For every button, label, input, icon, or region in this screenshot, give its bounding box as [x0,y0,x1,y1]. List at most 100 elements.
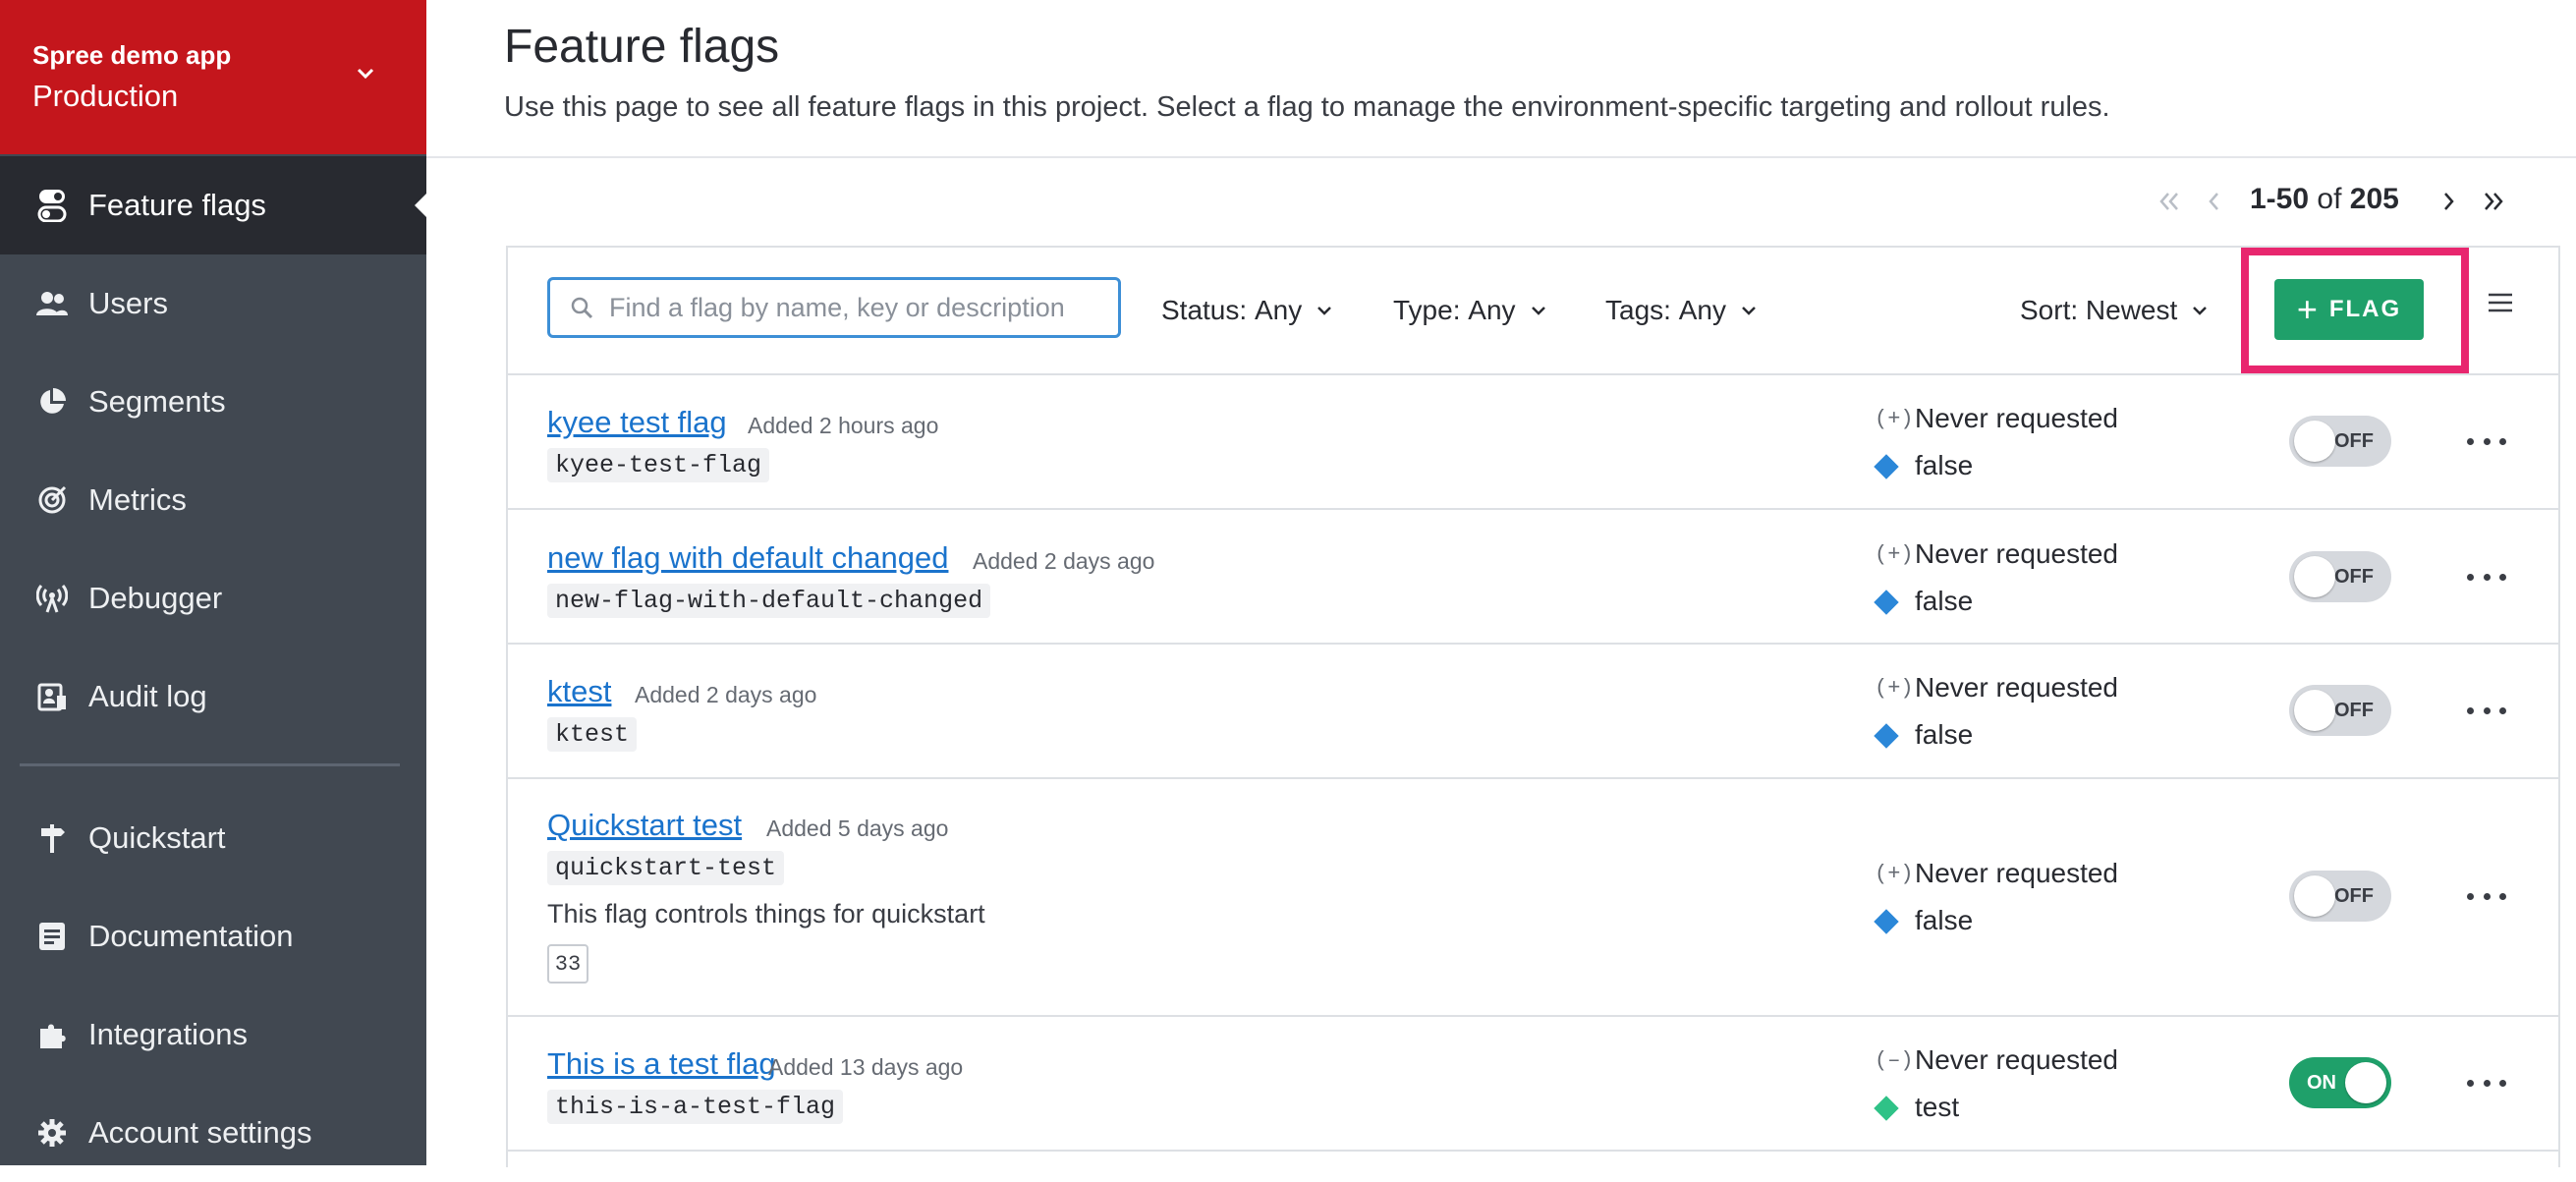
more-options-icon[interactable] [2467,881,2506,911]
flag-name-link[interactable]: ktest [547,674,611,709]
type-filter-label: Type: [1393,295,1461,325]
variation-value: false [1915,719,1974,750]
type-filter-value: Any [1468,295,1516,325]
chevron-down-icon [357,68,374,80]
more-options-icon[interactable] [2467,426,2506,456]
page-title: Feature flags [504,21,780,73]
next-page-button[interactable] [2431,180,2466,223]
more-options-icon[interactable] [2467,1068,2506,1098]
first-page-button[interactable] [2152,180,2187,223]
flag-added-date: Added 2 hours ago [748,413,939,438]
nav-label: Users [88,286,168,320]
previous-page-button[interactable] [2197,180,2232,223]
nav-item-debugger[interactable]: Debugger [0,549,426,647]
sort-value: Newest [2085,295,2178,325]
signpost-icon [35,821,69,855]
last-page-button[interactable] [2476,180,2511,223]
flag-toggle[interactable]: OFF [2289,416,2391,467]
environment-name: Production [32,79,179,113]
list-options-icon[interactable] [2487,291,2514,314]
flag-row: ktest Added 2 days ago ktest (+) Never r… [508,645,2558,779]
toggle-label: OFF [2334,700,2374,721]
page-range: 1-50 [2250,183,2310,215]
flag-toggle[interactable]: ON [2289,1057,2391,1108]
flag-toggle[interactable]: OFF [2289,551,2391,602]
flag-key: quickstart-test [547,851,785,885]
variation-value: false [1915,450,1974,480]
evaluation-icon: (+) [1875,862,1914,886]
variation-diamond-icon [1874,1096,1899,1121]
nav-item-metrics[interactable]: Metrics [0,451,426,549]
active-indicator [415,194,426,217]
type-filter[interactable]: Type: Any [1393,295,1547,326]
toggle-label: OFF [2334,566,2374,588]
nav-item-documentation[interactable]: Documentation [0,887,426,985]
tag-count-badge[interactable]: 33 [547,944,588,984]
header-divider [426,156,2576,158]
nav-item-audit-log[interactable]: Audit log [0,647,426,746]
flag-key: this-is-a-test-flag [547,1090,844,1124]
variation-diamond-icon [1874,590,1899,615]
flag-toggle[interactable]: OFF [2289,871,2391,922]
sort-dropdown[interactable]: Sort: Newest [2020,295,2209,326]
flag-key: kyee-test-flag [547,448,770,482]
evaluation-icon: (–) [1875,1048,1914,1073]
toggle-label: OFF [2334,430,2374,452]
double-chevron-left-icon [2159,193,2178,210]
nav-label: Metrics [88,482,187,517]
tags-filter-value: Any [1678,295,1726,325]
variation-diamond-icon [1874,909,1899,934]
chevron-down-icon [1531,307,1545,315]
more-options-icon[interactable] [2467,696,2506,725]
chevron-down-icon [2193,307,2208,315]
target-icon [35,483,69,517]
toggle-icon [35,189,69,222]
chevron-down-icon [1742,307,1756,315]
nav-item-segments[interactable]: Segments [0,353,426,451]
flag-name-link[interactable]: This is a test flag [547,1046,776,1082]
tags-filter[interactable]: Tags: Any [1605,295,1758,326]
more-options-icon[interactable] [2467,562,2506,591]
plus-icon: + [2296,289,2318,329]
flag-name-link[interactable]: new flag with default changed [547,540,948,576]
flag-name-link[interactable]: kyee test flag [547,405,727,440]
search-box[interactable] [547,277,1121,338]
toggle-knob [2345,1062,2386,1103]
nav-item-feature-flags[interactable]: Feature flags [0,156,426,254]
flag-added-date: Added 2 days ago [973,548,1155,574]
flags-panel: Status: Any Type: Any Tags: Any Sort: Ne… [506,246,2560,1167]
variation-diamond-icon [1874,723,1899,749]
tags-filter-label: Tags: [1605,295,1671,325]
nav-item-users[interactable]: Users [0,254,426,353]
toggle-label: OFF [2334,885,2374,907]
nav-item-integrations[interactable]: Integrations [0,985,426,1084]
add-flag-button[interactable]: + FLAG [2274,279,2424,340]
broadcast-icon [35,582,69,615]
nav-label: Quickstart [88,820,226,855]
project-name: Spree demo app [32,40,232,70]
status-filter[interactable]: Status: Any [1161,295,1333,326]
nav-label: Feature flags [88,188,266,222]
nav-divider [20,763,400,766]
variation-value: false [1915,905,1974,935]
project-switcher[interactable]: Spree demo app Production [0,0,426,154]
flag-name-link[interactable]: Quickstart test [547,808,742,843]
search-input[interactable] [607,291,1102,324]
status-filter-value: Any [1254,295,1303,325]
nav-item-account-settings[interactable]: Account settings [0,1084,426,1182]
double-chevron-right-icon [2485,193,2503,210]
flag-added-date: Added 13 days ago [768,1054,964,1080]
variation-value: false [1915,586,1974,616]
variation-value: test [1915,1092,1960,1122]
sidebar: Spree demo app Production Feature flags … [0,0,426,1165]
nav-item-quickstart[interactable]: Quickstart [0,789,426,887]
pie-chart-icon [35,385,69,419]
pagination-of: of [2317,183,2342,215]
flag-toggle[interactable]: OFF [2289,685,2391,736]
flag-key: ktest [547,717,638,752]
evaluation-icon: (+) [1875,407,1914,431]
search-icon [571,297,593,319]
flag-added-date: Added 2 days ago [635,682,817,707]
toggle-knob [2294,875,2335,917]
audit-log-icon [35,680,69,713]
